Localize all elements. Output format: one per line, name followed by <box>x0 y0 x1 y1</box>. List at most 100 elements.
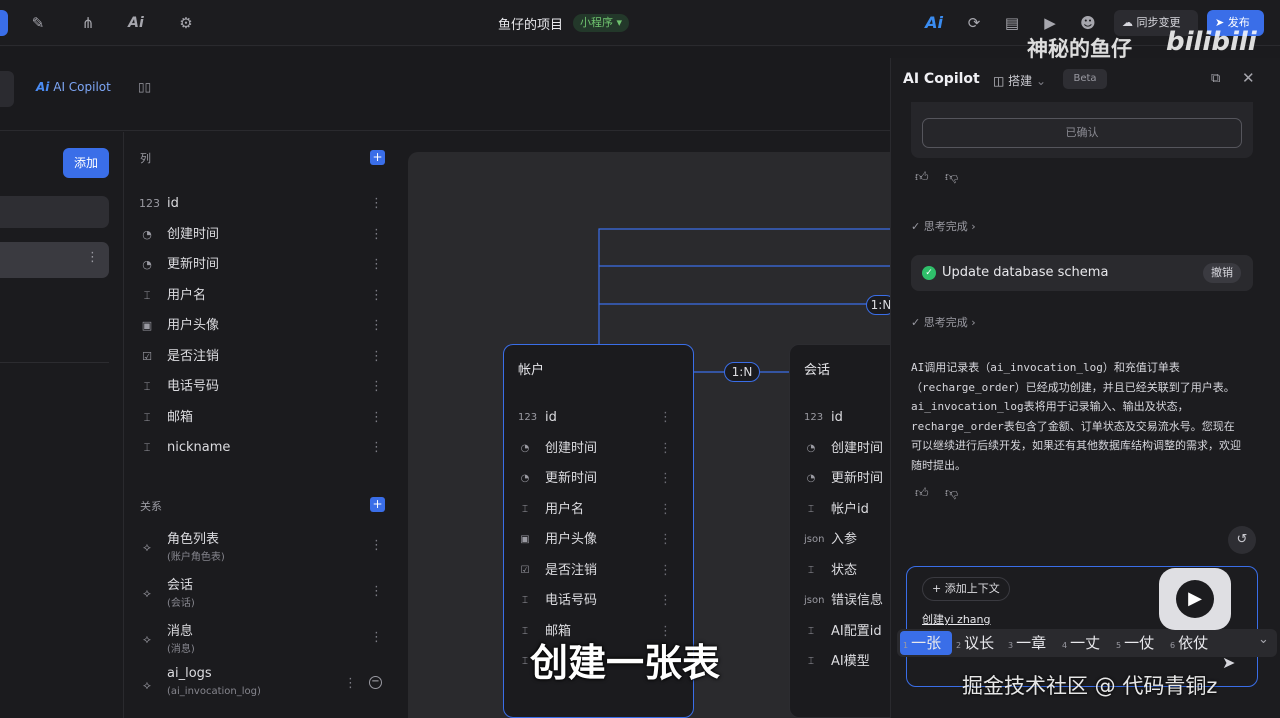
more-icon[interactable]: ⋮ <box>370 584 383 599</box>
table-list-item[interactable] <box>0 196 109 228</box>
table-field-row[interactable]: ⌶ 用户名 ⋮ <box>518 495 678 525</box>
table-list-item-selected[interactable]: ⋮ <box>0 242 109 278</box>
ime-candidate[interactable]: 1 一张 <box>903 631 941 655</box>
more-icon[interactable]: ⋮ <box>370 342 383 372</box>
more-icon[interactable]: ⋮ <box>370 372 383 402</box>
undo-button[interactable]: 撤销 <box>1203 263 1241 283</box>
more-icon[interactable]: ⋮ <box>659 586 672 616</box>
more-icon[interactable]: ⋮ <box>370 220 383 250</box>
mode-selector[interactable]: ◫ 搭建 ⌄ <box>993 72 1046 89</box>
more-icon[interactable]: ⋮ <box>86 250 99 265</box>
thumbs-down-icon[interactable]: 👎︎ <box>945 170 958 185</box>
gear-icon[interactable]: ⚙ <box>176 13 196 33</box>
columns-panel: 列 + 123 id ⋮ ◔ 创建时间 ⋮ ◔ 更新时间 ⋮ ⌶ 用户名 ⋮ ▣ 用户头像 ⋮ ☑ 是否注销 ⋮ ⌶… <box>125 132 397 718</box>
column-name: nickname <box>167 440 231 455</box>
users-icon[interactable]: ☻ <box>1078 13 1098 33</box>
ime-candidate[interactable]: 3 一章 <box>1008 631 1046 655</box>
more-icon[interactable]: ⋮ <box>370 281 383 311</box>
more-icon[interactable]: ⋮ <box>370 311 383 341</box>
relation-badge-main[interactable]: 1:N <box>724 362 760 382</box>
ime-expand-icon[interactable]: ⌄ <box>1258 632 1269 647</box>
column-row[interactable]: ⌶ 邮箱 ⋮ <box>139 403 395 433</box>
table-field-row[interactable]: 123 id ⋮ <box>518 403 678 433</box>
relation-row[interactable]: ⟡ 消息 (消息) ⋮ <box>139 620 395 664</box>
thinking-status-1[interactable]: ✓ 思考完成 › <box>911 218 976 234</box>
book-icon[interactable]: ▯▯ <box>138 80 151 94</box>
more-icon[interactable]: ⋮ <box>370 630 383 645</box>
play-icon[interactable]: ▶ <box>1040 13 1060 33</box>
more-icon[interactable]: ⋮ <box>659 525 672 555</box>
flow-icon[interactable]: ⋔ <box>78 13 98 33</box>
more-icon[interactable]: ⋮ <box>370 250 383 280</box>
refresh-icon[interactable]: ⟳ <box>964 13 984 33</box>
message-line: recharge_order表包含了金额、订单状态及交易流水号。您现在 <box>911 419 1235 433</box>
ime-candidate-index: 2 <box>956 641 962 650</box>
history-icon[interactable]: ⧉ <box>1211 71 1220 86</box>
column-row[interactable]: ⌶ 电话号码 ⋮ <box>139 372 395 402</box>
relation-target: (ai_invocation_log) <box>167 686 261 697</box>
table-field-row[interactable]: ⌶ 电话号码 ⋮ <box>518 586 678 616</box>
thumbs-up-icon[interactable]: 👍︎ <box>915 486 929 501</box>
ai-copilot-toggle[interactable]: Ai AI Copilot <box>36 80 111 94</box>
message-line: ai_invocation_log表将用于记录输入、输出及状态， <box>911 400 1189 413</box>
plug-icon[interactable]: ✎ <box>28 13 48 33</box>
add-column-button[interactable]: + <box>370 150 385 165</box>
confirmed-button[interactable]: 已确认 <box>922 118 1242 148</box>
relation-row[interactable]: ⟡ 会话 (会话) ⋮ <box>139 574 395 618</box>
table-field-row[interactable]: ◔ 创建时间 ⋮ <box>518 434 678 464</box>
remove-icon[interactable]: − <box>369 676 382 689</box>
beta-badge: Beta <box>1063 69 1107 89</box>
ime-candidate[interactable]: 4 一丈 <box>1062 631 1100 655</box>
column-row[interactable]: ⌶ 用户名 ⋮ <box>139 281 395 311</box>
column-type-icon: ☑ <box>142 349 152 363</box>
add-relation-button[interactable]: + <box>370 497 385 512</box>
field-type-icon: ▣ <box>520 534 530 545</box>
column-row[interactable]: ▣ 用户头像 ⋮ <box>139 311 395 341</box>
thumbs-down-icon[interactable]: 👎︎ <box>945 486 958 501</box>
thinking-status-2[interactable]: ✓ 思考完成 › <box>911 314 976 330</box>
add-table-button[interactable]: 添加 <box>63 148 109 178</box>
more-icon[interactable]: ⋮ <box>659 403 672 433</box>
more-icon[interactable]: ⋮ <box>659 434 672 464</box>
sidebar-toggle-button[interactable] <box>0 10 8 36</box>
column-row[interactable]: ⌶ nickname ⋮ <box>139 433 395 463</box>
more-icon[interactable]: ⋮ <box>659 464 672 494</box>
table-field-row[interactable]: ◔ 更新时间 ⋮ <box>518 464 678 494</box>
column-row[interactable]: ◔ 更新时间 ⋮ <box>139 250 395 280</box>
ime-candidate[interactable]: 2 议长 <box>956 631 994 655</box>
ime-candidate[interactable]: 5 一仗 <box>1116 631 1154 655</box>
column-row[interactable]: 123 id ⋮ <box>139 189 395 219</box>
check-icon: ✓ <box>911 220 921 233</box>
thumbs-up-icon[interactable]: 👍︎ <box>915 170 929 185</box>
add-context-button[interactable]: + 添加上下文 <box>922 577 1010 601</box>
relation-target: (消息) <box>167 644 195 655</box>
column-type-icon: ⌶ <box>143 441 151 454</box>
table-node-title: 会话 <box>804 363 831 378</box>
ime-candidate[interactable]: 6 依仗 <box>1170 631 1208 655</box>
more-icon[interactable]: ⋮ <box>344 676 357 691</box>
project-type-badge[interactable]: 小程序 ▾ <box>573 14 630 32</box>
column-row[interactable]: ☑ 是否注销 ⋮ <box>139 342 395 372</box>
document-icon[interactable]: ▤ <box>1002 13 1022 33</box>
table-field-row[interactable]: ☑ 是否注销 ⋮ <box>518 556 678 586</box>
close-icon[interactable]: ✕ <box>1242 69 1255 87</box>
table-field-row[interactable]: ▣ 用户头像 ⋮ <box>518 525 678 555</box>
ime-candidate-text: 一张 <box>911 634 942 652</box>
ime-candidate-text: 议长 <box>964 634 995 652</box>
reset-button[interactable]: ↺ <box>1228 526 1256 554</box>
column-row[interactable]: ◔ 创建时间 ⋮ <box>139 220 395 250</box>
more-icon[interactable]: ⋮ <box>659 556 672 586</box>
more-icon[interactable]: ⋮ <box>370 538 383 553</box>
more-icon[interactable]: ⋮ <box>659 495 672 525</box>
ai-logo-icon[interactable]: Ai <box>924 13 944 33</box>
more-icon[interactable]: ⋮ <box>370 433 383 463</box>
left-input-stub[interactable] <box>0 71 14 107</box>
ai-icon[interactable]: Ai <box>126 13 146 33</box>
field-name: 创建时间 <box>545 440 598 456</box>
project-title[interactable]: 鱼仔的项目 <box>498 14 563 33</box>
more-icon[interactable]: ⋮ <box>370 403 383 433</box>
relation-row[interactable]: ⟡ ai_logs (ai_invocation_log) ⋮ − <box>139 666 395 710</box>
more-icon[interactable]: ⋮ <box>370 189 383 219</box>
relation-row[interactable]: ⟡ 角色列表 (账户角色表) ⋮ <box>139 528 395 572</box>
chat-input-text[interactable]: 创建yi zhang <box>922 611 991 627</box>
